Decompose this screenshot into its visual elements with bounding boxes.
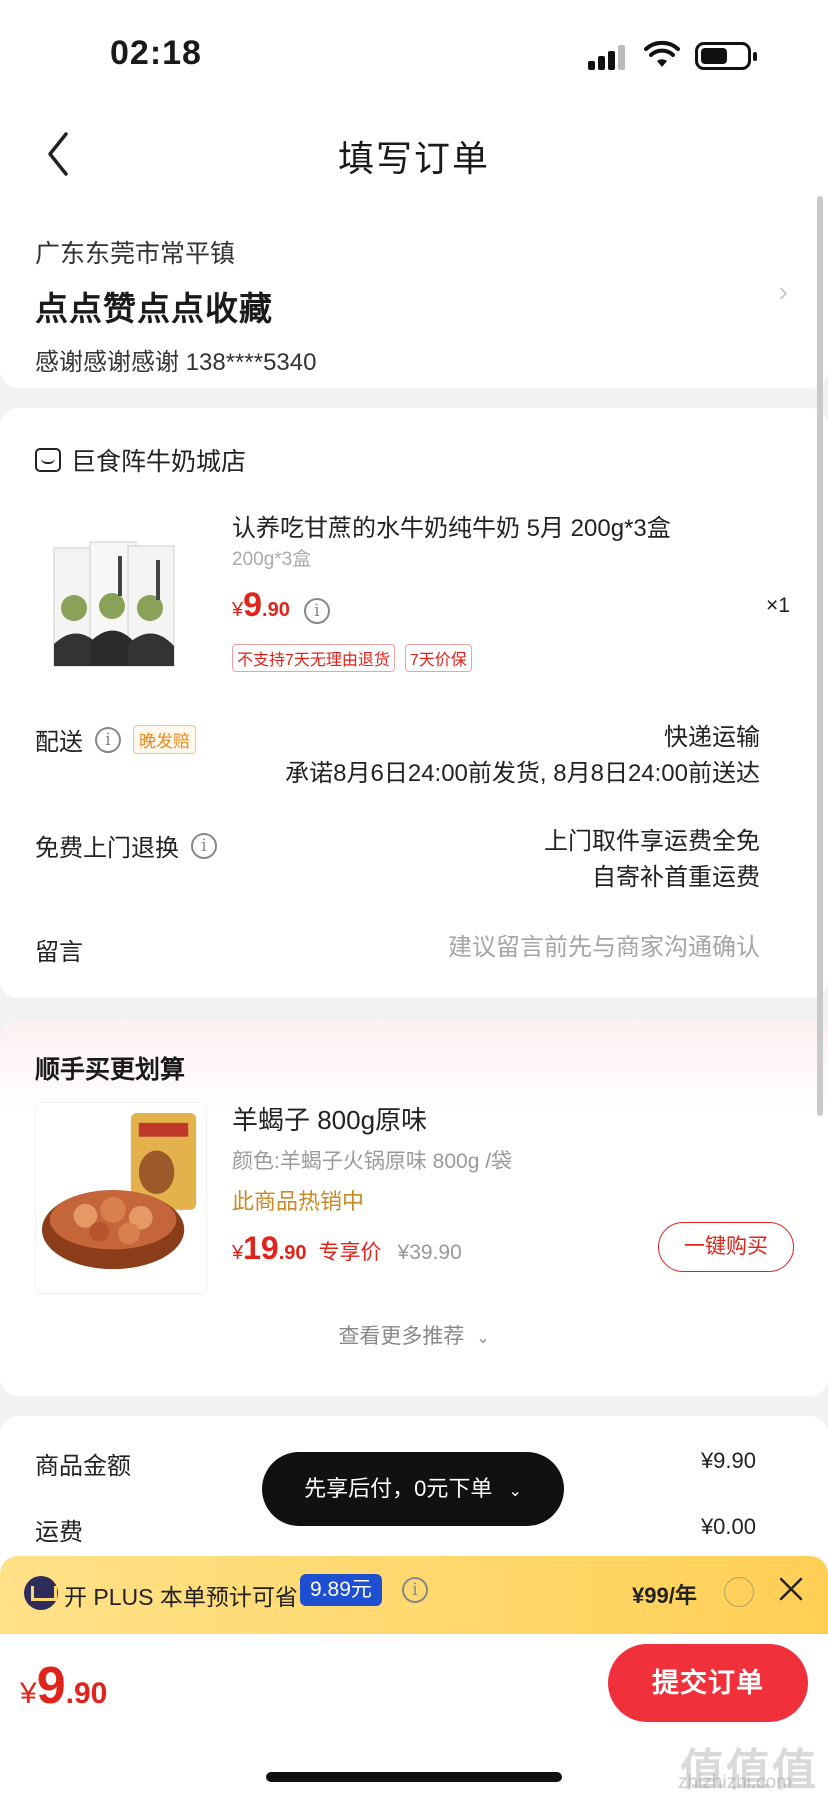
one-click-buy-button[interactable]: 一键购买 [658,1222,794,1272]
upsell-product-image[interactable] [35,1102,207,1294]
message-label: 留言 [35,939,83,966]
return-label-row: 免费上门退换 i [35,828,217,863]
address-detail: 点点赞点点收藏 [35,290,273,327]
status-time: 02:18 [110,34,202,72]
total-decimal: .90 [65,1677,108,1710]
scrollbar[interactable] [817,196,823,1116]
return-line1: 上门取件享运费全免 [544,828,760,855]
address-card[interactable]: 广东东莞市常平镇 点点赞点点收藏 感谢感谢感谢 138****5340 › [0,196,828,388]
watermark-url: zhizhizhi.com [678,1772,793,1793]
product-price: ¥ 9 .90 i [232,586,330,625]
close-icon[interactable] [776,1574,806,1604]
goods-amount-label: 商品金额 [35,1453,131,1480]
shop-icon [35,448,61,472]
address-contact: 感谢感谢感谢 138****5340 [35,349,317,376]
upsell-hot-label: 此商品热销中 [232,1189,365,1214]
price-integer: 9 [243,586,263,624]
upsell-original-price: ¥39.90 [397,1241,462,1264]
plus-saving-amount: 9.89元 [300,1574,382,1606]
wifi-icon [644,40,680,67]
nav-header: 填写订单 [0,110,828,200]
chevron-down-icon: ⌄ [508,1483,522,1500]
total-currency: ¥ [20,1677,37,1710]
crown-icon [24,1576,58,1610]
freight-label: 运费 [35,1519,83,1546]
total-price: ¥ 9 .90 [20,1656,107,1716]
freight-value: ¥0.00 [700,1514,756,1539]
page-title: 填写订单 [337,138,490,179]
chevron-down-icon: ⌄ [476,1330,490,1347]
upsell-card: 顺手买更划算 羊蝎子 800g原味 颜色:羊蝎子火锅原味 800g /袋 此商品… [0,1020,828,1396]
upsell-variant: 颜色:羊蝎子火锅原味 800g /袋 [232,1150,513,1173]
tag-price-protect: 7天价保 [404,644,472,672]
upsell-heading: 顺手买更划算 [35,1056,186,1084]
price-currency: ¥ [232,599,244,621]
info-icon[interactable]: i [191,832,217,859]
pay-later-label: 先享后付，0元下单 [304,1476,493,1501]
upsell-price-decimal: .90 [278,1242,307,1264]
info-icon[interactable]: i [402,1577,428,1603]
plus-promo-text: 开 PLUS 本单预计可省 [64,1584,298,1610]
plus-price: ¥99/年 [632,1583,697,1608]
goods-amount-value: ¥9.90 [700,1448,756,1473]
chevron-right-icon: › [778,276,788,307]
address-region: 广东东莞市常平镇 [35,240,236,268]
product-quantity: ×1 [766,594,790,617]
message-input[interactable]: 建议留言前先与商家沟通确认 [448,930,760,966]
product-title[interactable]: 认养吃甘蔗的水牛奶纯牛奶 5月 200g*3盒 [232,508,671,543]
price-decimal: .90 [262,599,290,621]
upsell-title[interactable]: 羊蝎子 800g原味 [232,1100,427,1137]
delivery-label-text: 配送 [35,729,83,756]
return-detail[interactable]: 上门取件享运费全免 自寄补首重运费 [544,824,760,896]
upsell-vip-label: 专享价 [318,1241,382,1264]
pay-later-pill[interactable]: 先享后付，0元下单 ⌄ [262,1452,564,1526]
return-label: 免费上门退换 [35,835,179,862]
product-spec: 200g*3盒 [232,549,312,570]
message-label-row: 留言 [35,932,83,967]
checkout-bar: ¥ 9 .90 提交订单 值值值 zhizhizhi.com [0,1634,828,1795]
status-bar: 02:18 [0,0,828,110]
return-line2: 自寄补首重运费 [592,864,760,891]
order-card: 巨食阵牛奶城店 认养吃甘蔗的水牛奶纯牛奶 5月 200g*3盒 200g*3盒 … [0,408,828,998]
info-icon[interactable]: i [95,726,121,753]
shop-header[interactable]: 巨食阵牛奶城店 [35,442,246,478]
total-integer: 9 [36,1657,66,1715]
submit-order-button[interactable]: 提交订单 [608,1644,808,1722]
delivery-promise: 承诺8月6日24:00前发货, 8月8日24:00前送达 [285,760,760,787]
upsell-price-integer: 19 [243,1230,279,1266]
shop-name: 巨食阵牛奶城店 [71,448,247,476]
see-more-recommendations[interactable]: 查看更多推荐 ⌄ [0,1320,828,1350]
plus-select-radio[interactable] [724,1577,754,1607]
signal-icon [588,44,628,70]
delivery-method: 快递运输 [664,724,760,751]
delivery-detail[interactable]: 快递运输 承诺8月6日24:00前发货, 8月8日24:00前送达 [285,720,760,792]
home-indicator[interactable] [266,1772,562,1782]
product-tags: 不支持7天无理由退货 7天价保 [232,644,472,672]
upsell-price: ¥ 19 .90 专享价 ¥39.90 [232,1230,462,1267]
product-image[interactable] [52,526,192,676]
late-compensation-tag: 晚发赔 [133,725,196,754]
tag-no-return: 不支持7天无理由退货 [232,644,395,672]
see-more-label: 查看更多推荐 [338,1325,465,1348]
upsell-price-currency: ¥ [232,1242,244,1264]
delivery-label-row: 配送 i 晚发赔 [35,722,196,757]
info-icon[interactable]: i [303,598,330,624]
plus-membership-bar[interactable]: 开 PLUS 本单预计可省 9.89元 i ¥99/年 [0,1556,828,1634]
battery-icon [695,42,757,70]
